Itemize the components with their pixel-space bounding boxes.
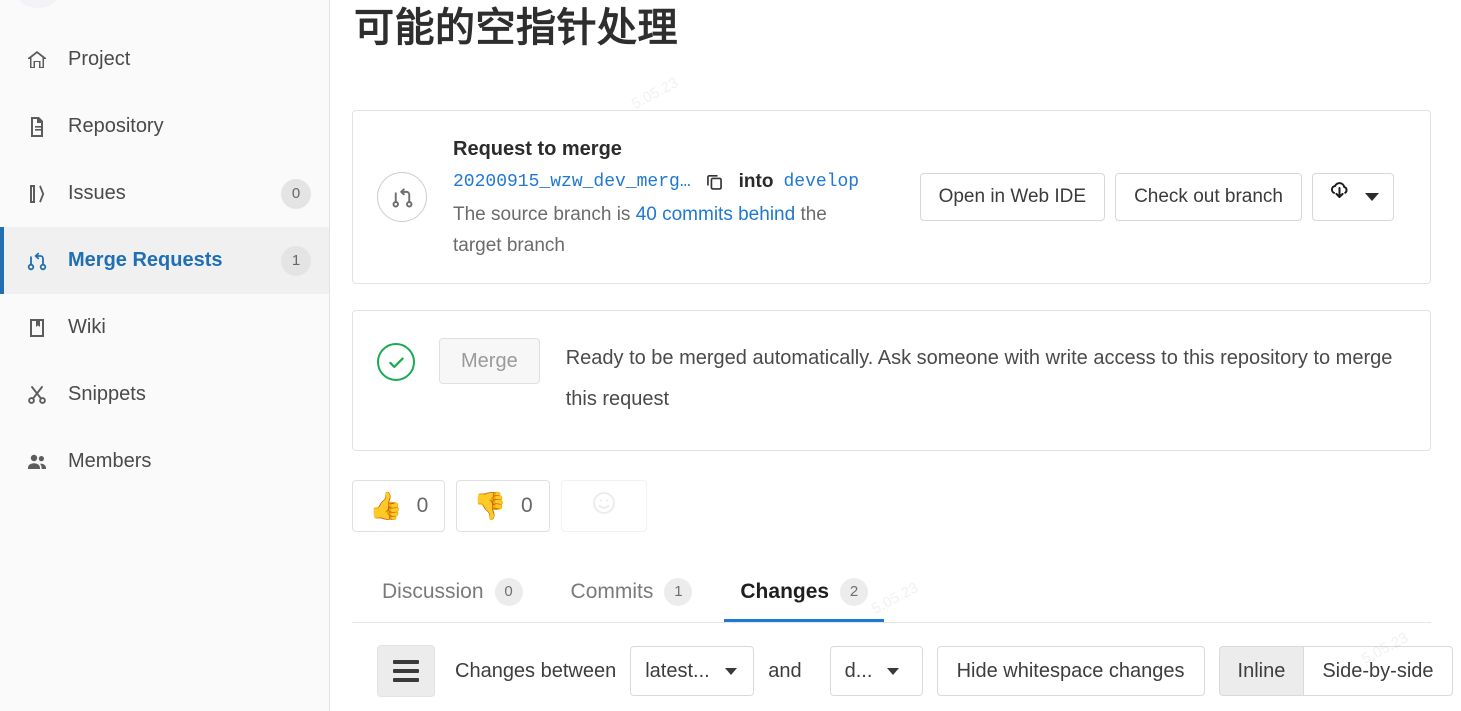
sidebar-item-members[interactable]: Members [0, 428, 329, 495]
changes-toolbar: Changes between latest... and d... Hide … [352, 645, 1453, 697]
sidebar-badge-issues: 0 [281, 178, 311, 209]
request-to-merge-heading: Request to merge [453, 137, 622, 160]
sidebar: Project Repository Issues 0 Merge Reques… [0, 0, 330, 711]
document-icon [24, 114, 50, 140]
side-by-side-view-button[interactable]: Side-by-side [1303, 646, 1453, 696]
sidebar-item-label: Wiki [68, 316, 106, 338]
sidebar-item-label: Merge Requests [68, 249, 223, 271]
scissors-icon [24, 382, 50, 408]
thumbs-up-count: 0 [416, 494, 429, 517]
sidebar-partial-element [18, 0, 58, 8]
merge-status-widget: Merge Ready to be merged automatically. … [352, 310, 1431, 451]
merge-request-icon [24, 248, 50, 274]
tab-count-discussion: 0 [494, 577, 523, 606]
chevron-down-icon [887, 667, 900, 675]
merge-status-message: Ready to be merged automatically. Ask so… [565, 347, 1393, 410]
inline-view-button[interactable]: Inline [1218, 646, 1304, 696]
behind-prefix: The source branch is [453, 203, 636, 225]
source-version-select[interactable]: latest... [630, 646, 755, 696]
sidebar-item-project[interactable]: Project [0, 26, 329, 93]
cloud-download-icon [1327, 174, 1352, 220]
source-version-value: latest... [645, 659, 710, 682]
sidebar-item-snippets[interactable]: Snippets [0, 361, 329, 428]
sidebar-item-label: Repository [68, 115, 164, 137]
copy-icon[interactable] [704, 171, 725, 192]
home-icon [24, 47, 50, 73]
behind-notice: The source branch is 40 commits behind t… [453, 199, 868, 261]
sidebar-badge-merge-requests: 1 [281, 245, 311, 276]
branch-line: 20200915_wzw_dev_merg… into develop [453, 166, 904, 198]
check-circle-icon [377, 343, 415, 381]
tab-commits[interactable]: Commits 1 [555, 564, 709, 622]
chevron-down-icon [1365, 193, 1379, 201]
hamburger-icon[interactable] [377, 645, 435, 697]
tab-label: Changes [740, 579, 830, 603]
view-mode-toggle: Inline Side-by-side [1218, 646, 1453, 696]
sidebar-item-merge-requests[interactable]: Merge Requests 1 [0, 227, 329, 294]
target-version-select[interactable]: d... [829, 646, 923, 696]
thumbs-up-button[interactable]: 👍 0 [352, 480, 446, 532]
hamburger-bar [393, 660, 419, 664]
check-out-branch-button[interactable]: Check out branch [1115, 173, 1302, 221]
people-icon [24, 449, 50, 475]
open-in-web-ide-button[interactable]: Open in Web IDE [919, 173, 1106, 221]
into-label: into [738, 170, 774, 192]
app-root: Project Repository Issues 0 Merge Reques… [0, 0, 1461, 711]
sidebar-item-repository[interactable]: Repository [0, 93, 329, 160]
hide-whitespace-button[interactable]: Hide whitespace changes [936, 646, 1205, 696]
watermark: 5.05.23 [628, 74, 682, 113]
thumbs-down-button[interactable]: 👎 0 [456, 480, 550, 532]
page-title: 可能的空指针处理 [354, 6, 678, 50]
thumbs-down-icon: 👎 [473, 490, 507, 521]
chevron-down-icon [724, 667, 737, 675]
hamburger-bar [393, 669, 419, 673]
award-emoji-bar: 👍 0 👎 0 [352, 480, 1431, 532]
changes-between-label: Changes between [455, 659, 617, 682]
sidebar-item-label: Snippets [68, 383, 146, 405]
download-dropdown-button[interactable] [1312, 173, 1394, 221]
source-branch-link[interactable]: 20200915_wzw_dev_merg… [453, 166, 691, 198]
and-label: and [768, 659, 802, 682]
target-branch-link[interactable]: develop [783, 166, 859, 198]
tab-count-commits: 1 [664, 577, 693, 606]
sidebar-item-issues[interactable]: Issues 0 [0, 160, 329, 227]
merge-button[interactable]: Merge [439, 338, 540, 384]
sidebar-item-label: Members [68, 450, 152, 472]
tab-count-changes: 2 [840, 577, 869, 606]
sidebar-item-label: Issues [68, 182, 126, 204]
thumbs-down-count: 0 [520, 494, 533, 517]
merge-request-tabs: Discussion 0 Commits 1 Changes 2 [352, 565, 1431, 623]
main-content: 可能的空指针处理 Request to merge 20200915_wzw_d… [330, 0, 1461, 711]
tab-discussion[interactable]: Discussion 0 [366, 564, 539, 622]
merge-request-widget: Request to merge 20200915_wzw_dev_merg… … [352, 110, 1431, 284]
behind-commits-link[interactable]: 40 commits behind [636, 204, 795, 225]
issues-icon [24, 181, 50, 207]
book-icon [24, 315, 50, 341]
merge-request-actions: Open in Web IDE Check out branch [919, 173, 1394, 221]
sidebar-item-label: Project [68, 48, 131, 70]
sidebar-item-wiki[interactable]: Wiki [0, 294, 329, 361]
tab-label: Commits [570, 579, 654, 603]
merge-request-details: Request to merge 20200915_wzw_dev_merg… … [453, 134, 904, 261]
target-version-value: d... [844, 659, 873, 682]
thumbs-up-icon: 👍 [369, 490, 403, 521]
smiley-icon [589, 488, 619, 524]
merge-request-icon [377, 172, 427, 222]
tab-changes[interactable]: Changes 2 [724, 564, 885, 622]
add-reaction-button[interactable] [560, 480, 647, 532]
hamburger-bar [393, 678, 419, 682]
tab-label: Discussion [382, 579, 484, 603]
